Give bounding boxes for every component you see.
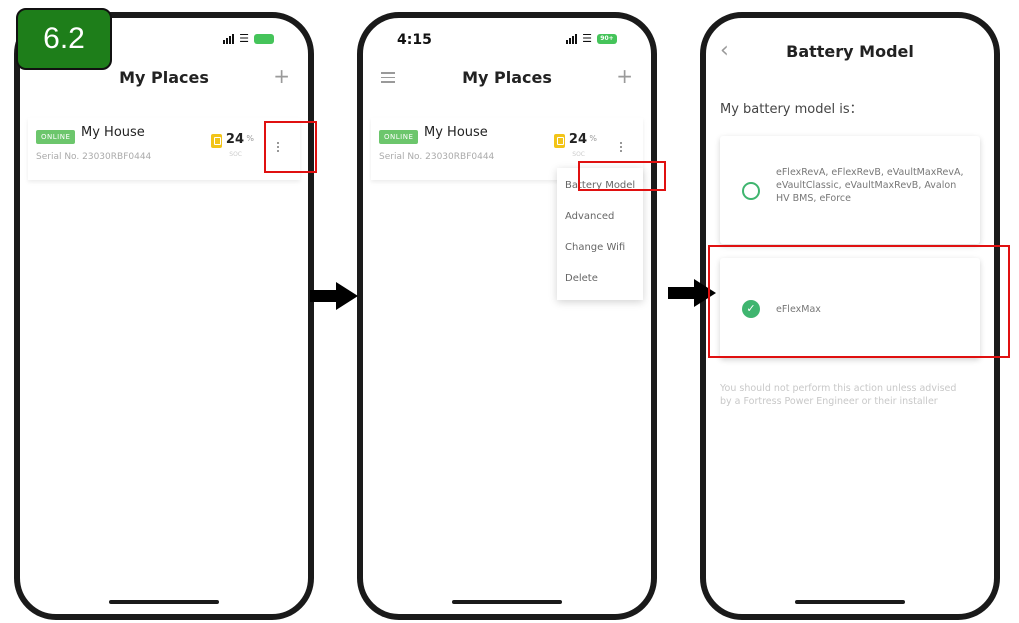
menu-item-advanced[interactable]: Advanced [557, 203, 643, 234]
home-indicator [795, 600, 905, 604]
menu-item-delete[interactable]: Delete [557, 265, 643, 296]
status-icons: ☰ 90+ [566, 32, 617, 45]
soc-label: SOC [572, 151, 585, 158]
status-bar: 4:15 ☰ 90+ [363, 32, 651, 52]
add-place-icon[interactable]: + [616, 66, 633, 86]
phone-screen-place-menu: 4:15 ☰ 90+ My Places + ONLINE My House S… [357, 12, 657, 620]
signal-icon [223, 34, 235, 44]
home-indicator [109, 600, 219, 604]
soc-value: 24 [568, 132, 587, 147]
highlight-more-options [264, 121, 317, 173]
status-time: 4:15 [397, 32, 432, 48]
highlight-battery-model [578, 161, 666, 191]
battery-soc-icon [554, 134, 565, 148]
right-arrow-icon [310, 282, 358, 310]
menu-item-change-wifi[interactable]: Change Wifi [557, 234, 643, 265]
battery-icon: 90+ [597, 34, 617, 44]
option-card-legacy-models[interactable]: eFlexRevA, eFlexRevB, eVaultMaxRevA, eVa… [720, 136, 980, 244]
phone-screen-my-places: ☰ My Places + ONLINE My House Serial No.… [14, 12, 314, 620]
home-indicator [452, 600, 562, 604]
status-badge: ONLINE [36, 130, 76, 144]
signal-icon [566, 34, 578, 44]
nav-bar: My Places + [363, 66, 651, 92]
status-badge: ONLINE [379, 130, 419, 144]
place-card[interactable]: ONLINE My House Serial No. 23030RBF0444 … [28, 118, 300, 180]
page-title: My Places [462, 68, 552, 87]
battery-icon [254, 34, 274, 44]
battery-soc-icon [211, 134, 222, 148]
battery-model-question: My battery model is： [720, 102, 863, 117]
radio-unchecked-icon[interactable] [742, 182, 760, 200]
tutorial-canvas: 6.2 ☰ My Places + ONLINE My House Serial… [0, 0, 1019, 623]
step-badge: 6.2 [16, 8, 112, 70]
wifi-icon: ☰ [239, 32, 249, 45]
serial-number: Serial No. 23030RBF0444 [379, 152, 495, 162]
add-place-icon[interactable]: + [273, 66, 290, 86]
option-label: eFlexRevA, eFlexRevB, eVaultMaxRevA, eVa… [776, 167, 964, 204]
page-title: Battery Model [786, 42, 914, 61]
wifi-icon: ☰ [582, 32, 592, 45]
more-options-icon[interactable] [613, 136, 629, 158]
nav-bar: ‹ Battery Model [706, 38, 994, 78]
soc-unit: % [589, 134, 597, 143]
place-name: My House [424, 125, 488, 140]
soc-unit: % [246, 134, 254, 143]
page-title: My Places [119, 68, 209, 87]
soc-label: SOC [229, 151, 242, 158]
warning-text: You should not perform this action unles… [720, 383, 957, 407]
place-name: My House [81, 125, 145, 140]
soc-value: 24 [225, 132, 244, 147]
highlight-eflexmax-option [708, 245, 1010, 358]
status-icons: ☰ [223, 32, 274, 45]
serial-number: Serial No. 23030RBF0444 [36, 152, 152, 162]
